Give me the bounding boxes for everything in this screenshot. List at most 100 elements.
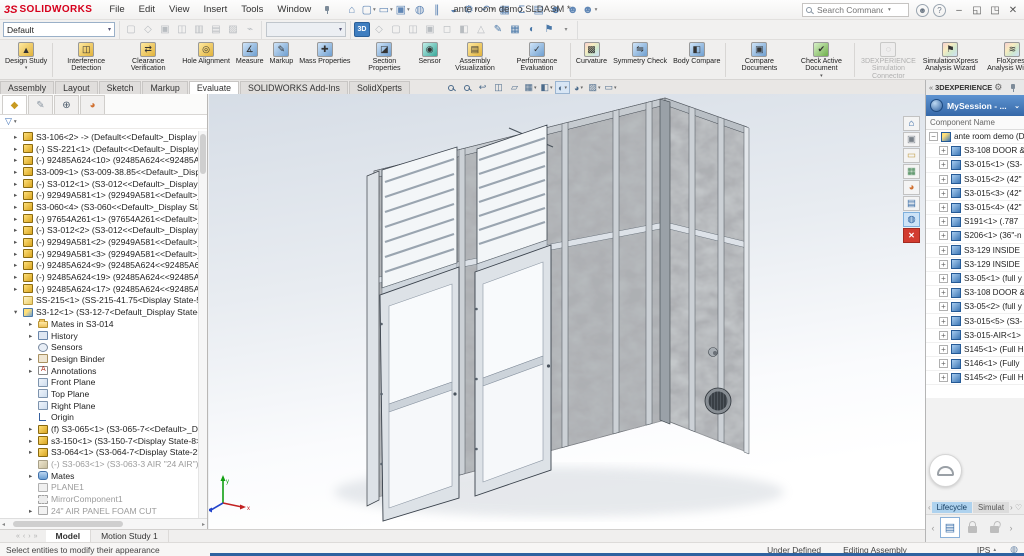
view-orientation-icon[interactable]: ▦ ▾ <box>523 81 538 94</box>
sensor-button[interactable]: ◉ Sensor <box>415 41 443 79</box>
last-tab-icon[interactable]: » <box>34 533 38 540</box>
image-icon[interactable]: ▦ <box>903 164 920 179</box>
toolbar-icon[interactable]: △ <box>473 22 489 37</box>
component-row[interactable]: + S3-108 DOOR & <box>926 286 1024 301</box>
secondary-dropdown[interactable]: ▾ <box>266 22 346 37</box>
tree-item[interactable]: ▸ (-) S3-012<2> (S3-012<<Default>_Displa… <box>0 225 207 237</box>
component-row[interactable]: + S3-015<2> (42" <box>926 173 1024 187</box>
first-tab-icon[interactable]: « <box>16 533 20 540</box>
gear-icon[interactable]: ⚙ <box>994 82 1002 93</box>
expander-icon[interactable]: ▸ <box>29 355 38 363</box>
featuremanager-tab[interactable]: ◆ <box>2 95 27 114</box>
toolbar-icon[interactable]: ◻ <box>439 22 455 37</box>
expand-icon[interactable]: + <box>939 288 948 298</box>
component-row[interactable]: + S3-129 INSIDE <box>926 244 1024 258</box>
tree-item[interactable]: (-) S3-063<1> (S3-063-3 AIR "24 AIR") <box>0 458 207 470</box>
ribbon-button[interactable] <box>854 43 856 77</box>
configurationmanager-tab[interactable]: ⊕ <box>54 95 79 114</box>
component-row[interactable]: + S145<1> (Full H <box>926 343 1024 357</box>
section-properties-button[interactable]: ◪ Section Properties <box>353 41 415 79</box>
expand-icon[interactable]: + <box>939 273 948 283</box>
zoom-to-fit-icon[interactable] <box>443 81 458 94</box>
configuration-dropdown[interactable]: Default ▾ <box>3 22 115 37</box>
user-icon[interactable]: ☻ <box>547 2 564 18</box>
dropdown-caret-icon[interactable]: ▾ <box>550 85 553 91</box>
globe-icon[interactable]: ◍ <box>903 212 920 227</box>
toolbar-icon[interactable]: ⌁ <box>242 22 258 37</box>
tree-item[interactable]: Right Plane <box>0 400 207 412</box>
dropdown-caret-icon[interactable]: ▾ <box>491 7 494 13</box>
user-icon[interactable]: ☻ ▾ <box>581 2 598 18</box>
pin-menu-icon[interactable] <box>322 5 331 15</box>
clearance-verification-button[interactable]: ⇄ Clearance Verification <box>117 41 179 79</box>
expander-icon[interactable]: ▸ <box>29 367 38 375</box>
tab-lifecycle[interactable]: Lifecycle <box>931 501 973 513</box>
open-document-icon[interactable]: ▭ ▾ <box>377 2 394 18</box>
tree-item[interactable]: ▸ (-) 92485A624<19> (92485A624<<92485A62… <box>0 271 207 283</box>
tree-item[interactable]: ▸ s3-150<1> (S3-150-7<Display State-8>) <box>0 435 207 447</box>
expander-icon[interactable]: ▸ <box>29 507 38 515</box>
vent-fan[interactable] <box>704 387 732 415</box>
expand-icon[interactable]: + <box>939 359 948 369</box>
tools-scroll-right-icon[interactable]: › <box>1006 517 1016 538</box>
3dexperience-simulation-connector-button[interactable]: ◌ 3DEXPERIENCE Simulation Connector <box>857 41 919 79</box>
body-compare-button[interactable]: ◧ Body Compare <box>670 41 723 79</box>
chevron-down-icon[interactable]: ▾ <box>14 119 17 125</box>
zoom-to-area-icon[interactable] <box>459 81 474 94</box>
toolbar-icon[interactable]: ◫ <box>405 22 421 37</box>
tree-item[interactable]: Origin <box>0 412 207 424</box>
collapse-panel-icon[interactable]: « <box>929 83 933 92</box>
tree-item[interactable]: ▸ Mates <box>0 470 207 482</box>
tree-item[interactable]: SS-215<1> (SS-215-41.75<Display State-5>… <box>0 295 207 307</box>
tree-item[interactable]: ▾ S3-12<1> (S3-12-7<Default_Display Stat… <box>0 306 207 318</box>
propertymanager-tab[interactable]: ✎ <box>28 95 53 114</box>
expander-icon[interactable]: ▸ <box>14 250 23 258</box>
model-viewport[interactable]: y x z ⌂▣▭▦◕▤◍✕ <box>209 94 925 529</box>
toolbar-icon[interactable]: ▣ <box>157 22 173 37</box>
right-door-unit[interactable] <box>474 124 552 497</box>
popout-button[interactable]: ◳ <box>986 1 1004 19</box>
previous-view-icon[interactable]: ↩ <box>475 81 490 94</box>
markup-pen-icon[interactable]: ✎ <box>490 22 506 37</box>
expand-icon[interactable]: + <box>939 160 948 170</box>
batch-save-icon[interactable]: ▤ <box>940 517 960 538</box>
search-input[interactable] <box>815 4 885 16</box>
3d-badge-icon[interactable]: 3D <box>354 22 370 37</box>
expander-icon[interactable]: ▸ <box>14 215 23 223</box>
wall-end-post[interactable] <box>366 170 380 507</box>
tree-item[interactable]: ▸ S3-009<1> (S3-009-38.85<<Default>_Disp… <box>0 166 207 178</box>
interference-detection-button[interactable]: ◫ Interference Detection <box>55 41 117 79</box>
expand-icon[interactable]: + <box>939 316 948 326</box>
tree-horizontal-scrollbar[interactable]: ◂ ▸ <box>0 518 207 529</box>
tabs-scroll-right-icon[interactable]: › <box>1010 503 1013 512</box>
tree-item[interactable]: Front Plane <box>0 376 207 388</box>
toolbar-icon[interactable]: ▨ <box>225 22 241 37</box>
ribbon-button[interactable] <box>725 43 727 77</box>
minimize-button[interactable]: – <box>950 1 968 19</box>
expander-icon[interactable]: ▸ <box>29 437 38 445</box>
chevron-down-icon[interactable]: ⌄ <box>1014 102 1020 110</box>
dropdown-caret-icon[interactable]: ▾ <box>407 7 410 13</box>
tree-item[interactable]: Sensors <box>0 341 207 353</box>
unlock-icon[interactable] <box>984 517 1004 538</box>
markup-button[interactable]: ✎ Markup <box>267 41 297 79</box>
expander-icon[interactable]: ▸ <box>14 180 23 188</box>
dropdown-caret-icon[interactable]: ▾ <box>373 7 376 13</box>
tree-item[interactable]: ▸ (-) 97654A261<1> (97654A261<<Default>_… <box>0 213 207 225</box>
design-study-button[interactable]: ▲ Design Study ▾ <box>2 41 50 79</box>
rebuild-all-icon[interactable]: ◒ <box>445 2 462 18</box>
expander-icon[interactable]: ▸ <box>14 261 23 269</box>
prev-tab-icon[interactable]: ‹ <box>23 533 25 540</box>
menu-item[interactable]: Tools <box>234 1 270 18</box>
performance-evaluation-button[interactable]: ✓ Performance Evaluation <box>506 41 568 79</box>
maximize-button[interactable]: ◱ <box>968 1 986 19</box>
list-icon[interactable]: ▤ <box>903 196 920 211</box>
attachments-icon[interactable]: ∥ <box>428 2 445 18</box>
lock-icon[interactable] <box>962 517 982 538</box>
favorites-heart-icon[interactable]: ♡ <box>1015 503 1022 512</box>
toolbar-icon[interactable]: ◇ <box>140 22 156 37</box>
tab-layout[interactable]: Layout <box>55 81 98 94</box>
menu-item[interactable]: Insert <box>196 1 234 18</box>
dropdown-caret-icon[interactable]: ▾ <box>580 85 583 91</box>
equations-sigma-icon[interactable]: Σ <box>513 2 530 18</box>
